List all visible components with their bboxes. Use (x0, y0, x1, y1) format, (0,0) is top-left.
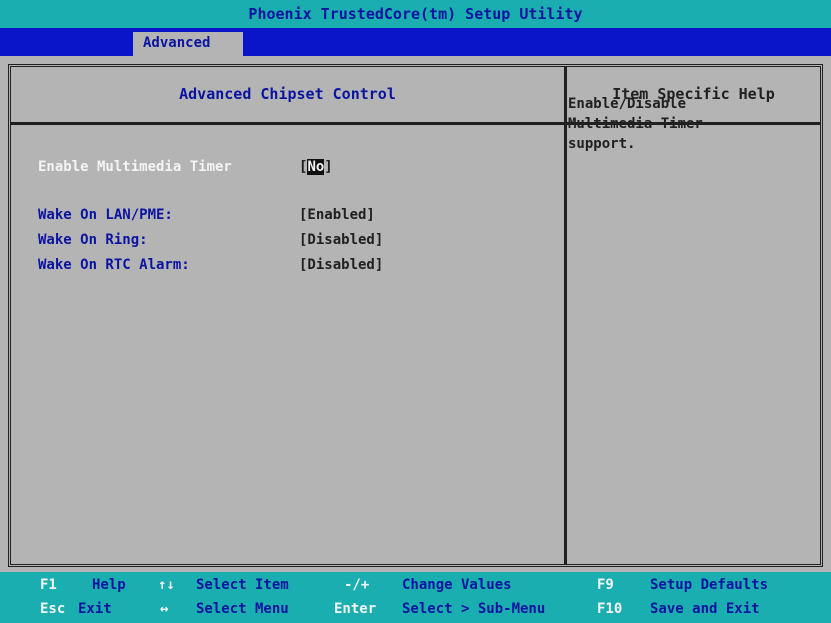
section-title: Advanced Chipset Control (179, 85, 396, 103)
setting-label: Wake On RTC Alarm: (38, 257, 190, 273)
key-desc-save-exit: Save and Exit (650, 601, 760, 617)
key-legend-footer: F1 Help ↑↓ Select Item -/+ Change Values… (0, 572, 831, 623)
menu-bar: Advanced (0, 28, 831, 56)
key-desc-change-values: Change Values (402, 577, 512, 593)
setting-label: Wake On LAN/PME: (38, 207, 173, 223)
setting-value[interactable]: [Enabled] (299, 205, 375, 225)
tab-advanced[interactable]: Advanced (133, 32, 243, 56)
key-f1: F1 (40, 577, 57, 593)
bracket-close: ] (324, 159, 333, 175)
app-title-bar: Phoenix TrustedCore(tm) Setup Utility (0, 0, 831, 28)
panel-divider-vertical (564, 67, 567, 564)
key-f10: F10 (597, 601, 623, 617)
setting-value[interactable]: [Disabled] (299, 255, 383, 275)
key-desc-setup-defaults: Setup Defaults (650, 577, 769, 593)
key-minus-plus: -/+ (344, 577, 370, 593)
app-title: Phoenix TrustedCore(tm) Setup Utility (248, 5, 583, 23)
setting-value[interactable]: [No] (299, 157, 333, 177)
setting-label: Wake On Ring: (38, 232, 148, 248)
key-legend-row: Esc Exit ↔ Select Menu Enter Select > Su… (0, 597, 831, 621)
key-desc-help: Help (92, 577, 126, 593)
key-desc-select-menu: Select Menu (196, 601, 289, 617)
key-f9: F9 (597, 577, 614, 593)
key-desc-select-item: Select Item (196, 577, 289, 593)
setting-value[interactable]: [Disabled] (299, 230, 383, 250)
key-desc-exit: Exit (78, 601, 112, 617)
arrow-left-right-icon: ↔ (160, 601, 169, 617)
setting-label: Enable Multimedia Timer (38, 159, 232, 175)
arrow-up-down-icon: ↑↓ (158, 577, 175, 593)
key-legend-row: F1 Help ↑↓ Select Item -/+ Change Values… (0, 573, 831, 597)
key-desc-sub-menu: Select > Sub-Menu (402, 601, 546, 617)
help-line: Multimedia Timer (568, 116, 703, 132)
key-esc: Esc (40, 601, 66, 617)
setting-value-selected[interactable]: No (307, 159, 325, 175)
key-enter: Enter (334, 601, 377, 617)
help-line: Enable/Disable (568, 96, 687, 112)
help-line: support. (568, 136, 636, 152)
item-help-text: Enable/Disable Multimedia Timer support. (568, 94, 788, 154)
